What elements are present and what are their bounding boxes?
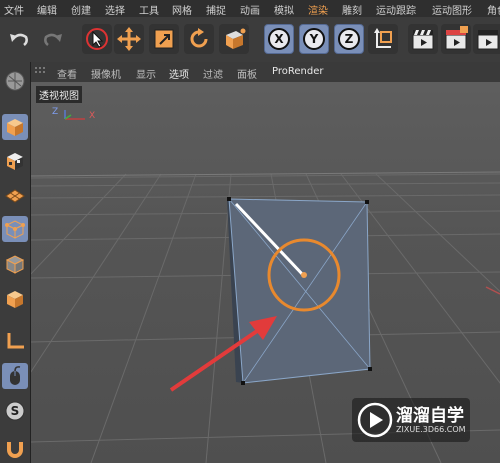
watermark: 溜溜自学 ZIXUE.3D66.COM <box>352 398 470 442</box>
mouse-icon <box>10 366 21 385</box>
render-to-picture-viewer-button[interactable] <box>441 24 471 54</box>
viewport-menu-panel[interactable]: 面板 <box>237 66 257 81</box>
render-view-button[interactable] <box>408 24 438 54</box>
grid-plane-icon <box>5 189 25 203</box>
render-settings-button[interactable] <box>473 24 500 54</box>
center-point[interactable] <box>301 272 307 278</box>
left-tool-palette: S <box>0 62 31 463</box>
viewport-menu-filter[interactable]: 过滤 <box>203 66 223 81</box>
live-selection-icon <box>86 28 108 50</box>
polygons-cube-icon <box>7 291 23 308</box>
menu-mesh[interactable]: 网格 <box>172 2 192 17</box>
model-mode-button[interactable] <box>2 114 28 140</box>
box-front-face <box>229 199 370 383</box>
vertex-point[interactable] <box>227 197 231 201</box>
watermark-title: 溜溜自学 <box>396 406 464 426</box>
menu-motion-tracking[interactable]: 运动跟踪 <box>376 2 416 17</box>
move-tool-button[interactable] <box>114 24 144 54</box>
polygons-mode-button[interactable] <box>2 286 28 312</box>
menu-bar: 文件 编辑 创建 选择 工具 网格 捕捉 动画 模拟 渲染 雕刻 运动跟踪 运动… <box>0 0 500 18</box>
scale-tool-button[interactable] <box>149 24 179 54</box>
clapperboard-icon <box>412 30 434 50</box>
magnet-icon <box>7 442 23 458</box>
viewport-menu-view[interactable]: 查看 <box>57 66 77 81</box>
workplane-mode-button[interactable] <box>2 183 28 209</box>
play-logo-icon <box>357 402 393 438</box>
x-axis-label: X <box>89 111 96 121</box>
clapperboard-icon <box>477 30 499 50</box>
rotate-tool-button[interactable] <box>184 24 214 54</box>
cube-tool-icon <box>226 28 246 49</box>
horizon-line <box>31 171 500 177</box>
viewport-menu-bar: 查看 摄像机 显示 选项 过滤 面板 ProRender <box>31 62 500 82</box>
snapping-button[interactable]: S <box>2 398 28 424</box>
lock-z-button[interactable]: Z <box>334 24 364 54</box>
viewport-menu-display[interactable]: 显示 <box>136 66 156 81</box>
menu-sculpt[interactable]: 雕刻 <box>342 2 362 17</box>
undo-button[interactable] <box>4 24 34 54</box>
z-axis-label: Z <box>52 107 59 117</box>
menu-tools[interactable]: 工具 <box>139 2 159 17</box>
make-editable-icon <box>5 71 25 91</box>
tweak-mode-button[interactable] <box>2 363 28 389</box>
edges-mode-button[interactable] <box>2 251 28 277</box>
live-selection-button[interactable] <box>82 24 112 54</box>
points-mode-button[interactable] <box>2 216 28 242</box>
menu-mograph[interactable]: 运动图形 <box>432 2 472 17</box>
z-axis-label: Z <box>338 28 360 50</box>
watermark-url: ZIXUE.3D66.COM <box>396 425 466 434</box>
viewport-title: 透视视图 <box>36 86 82 103</box>
world-axis-gizmo <box>64 110 85 120</box>
x-axis-label: X <box>268 28 290 50</box>
menu-file[interactable]: 文件 <box>4 2 24 17</box>
clapperboard-icon <box>445 26 468 50</box>
y-axis-label: Y <box>303 28 325 50</box>
menu-animate[interactable]: 动画 <box>240 2 260 17</box>
box-object[interactable] <box>227 197 372 385</box>
grip-icon <box>35 67 45 73</box>
texture-mode-button[interactable] <box>2 148 28 174</box>
points-cube-icon <box>5 220 25 239</box>
menu-simulate[interactable]: 模拟 <box>274 2 294 17</box>
rotate-icon <box>190 28 208 48</box>
vertex-point[interactable] <box>241 381 245 385</box>
viewport-menu-cameras[interactable]: 摄像机 <box>91 66 121 81</box>
redo-button[interactable] <box>38 24 68 54</box>
svg-text:S: S <box>11 404 20 418</box>
edges-cube-icon <box>5 255 25 274</box>
model-cube-icon <box>7 119 23 136</box>
x-axis-line <box>485 286 500 295</box>
axis-icon <box>7 333 24 349</box>
menu-edit[interactable]: 编辑 <box>37 2 57 17</box>
menu-character[interactable]: 角色 <box>487 2 500 17</box>
snap-s-icon: S <box>5 401 25 421</box>
undo-icon <box>10 33 28 46</box>
axis-mode-button[interactable] <box>2 328 28 354</box>
lock-x-button[interactable]: X <box>264 24 294 54</box>
vertex-point[interactable] <box>365 200 369 204</box>
menu-select[interactable]: 选择 <box>105 2 125 17</box>
menu-render[interactable]: 渲染 <box>308 2 328 17</box>
menu-snap[interactable]: 捕捉 <box>206 2 226 17</box>
viewport-menu-options[interactable]: 选项 <box>169 66 189 81</box>
recent-tools-button[interactable] <box>219 24 249 54</box>
move-icon <box>117 27 141 51</box>
scale-icon <box>154 29 174 49</box>
make-editable-button[interactable] <box>2 68 28 94</box>
viewport-menu-prorender[interactable]: ProRender <box>272 66 323 77</box>
main-toolbar: X Y Z <box>0 17 500 63</box>
coordinate-system-icon <box>374 28 392 48</box>
checker-cube-icon <box>7 153 23 170</box>
lock-y-button[interactable]: Y <box>299 24 329 54</box>
vertex-point[interactable] <box>368 367 372 371</box>
menu-create[interactable]: 创建 <box>71 2 91 17</box>
magnet-button[interactable] <box>2 436 28 462</box>
coordinate-system-button[interactable] <box>368 24 398 54</box>
redo-icon <box>44 33 62 46</box>
